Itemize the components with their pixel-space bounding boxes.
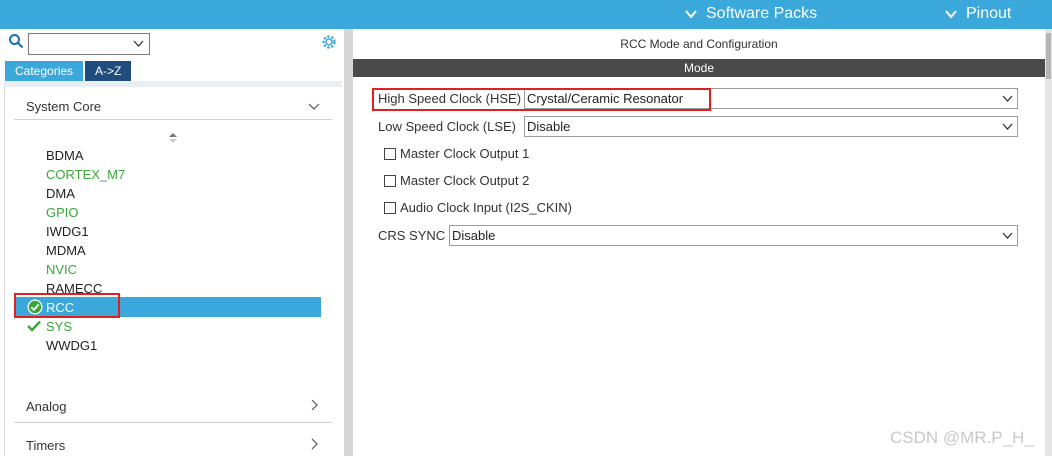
periph-nvic[interactable]: NVIC [46, 260, 77, 279]
chevron-down-icon[interactable] [308, 100, 320, 112]
periph-cortex-m7[interactable]: CORTEX_M7 [46, 165, 125, 184]
periph-sys[interactable]: SYS [46, 317, 72, 336]
crs-sync-label: CRS SYNC [378, 228, 446, 243]
highlight-box [14, 293, 120, 318]
lse-label: Low Speed Clock (LSE) [378, 119, 517, 134]
chevron-right-icon[interactable] [308, 399, 320, 411]
chevron-right-icon[interactable] [308, 438, 320, 450]
i2s-ckin-checkbox[interactable] [384, 202, 396, 214]
panel-splitter[interactable] [344, 29, 353, 456]
lse-select[interactable]: Disable [524, 116, 1018, 137]
chevron-down-icon [685, 10, 697, 19]
mco2-checkbox[interactable] [384, 175, 396, 187]
tab-underline [4, 81, 342, 87]
search-icon[interactable] [8, 33, 24, 49]
left-panel: Categories A->Z System Core BDMA CORTEX_… [0, 29, 344, 456]
divider [14, 422, 332, 423]
category-analog[interactable]: Analog [26, 399, 66, 419]
search-row [8, 33, 150, 55]
tab-categories[interactable]: Categories [5, 61, 84, 81]
mco1-label: Master Clock Output 1 [400, 146, 530, 161]
divider [4, 87, 5, 456]
panel-title: RCC Mode and Configuration [620, 37, 778, 51]
crs-sync-select[interactable]: Disable [449, 225, 1018, 246]
highlight-box [372, 88, 711, 111]
category-timers[interactable]: Timers [26, 438, 65, 458]
chevron-down-icon [1002, 232, 1013, 239]
chevron-down-icon [945, 10, 957, 19]
periph-gpio[interactable]: GPIO [46, 203, 79, 222]
chevron-down-icon [1002, 95, 1013, 102]
chevron-down-icon[interactable] [133, 40, 144, 48]
top-bar: Software Packs Pinout [0, 0, 1052, 29]
lse-value: Disable [527, 119, 571, 134]
gear-icon[interactable] [320, 33, 338, 51]
periph-dma[interactable]: DMA [46, 184, 75, 203]
pinout-label: Pinout [966, 5, 1012, 22]
i2s-ckin-label: Audio Clock Input (I2S_CKIN) [400, 200, 572, 215]
periph-bdma[interactable]: BDMA [46, 146, 84, 165]
crs-sync-value: Disable [452, 228, 496, 243]
periph-wwdg1[interactable]: WWDG1 [46, 336, 97, 355]
scrollbar-thumb[interactable] [1046, 33, 1051, 79]
scrollbar[interactable] [1045, 29, 1052, 456]
divider [14, 119, 332, 120]
pinout-menu[interactable]: Pinout [944, 5, 1011, 23]
category-system-core[interactable]: System Core [26, 99, 101, 119]
software-packs-label: Software Packs [706, 5, 818, 22]
software-packs-menu[interactable]: Software Packs [684, 5, 817, 23]
periph-iwdg1[interactable]: IWDG1 [46, 222, 89, 241]
watermark: CSDN @MR.P_H_ [890, 428, 1034, 447]
mode-header: Mode [353, 59, 1045, 77]
mco2-label: Master Clock Output 2 [400, 173, 530, 188]
mco1-checkbox[interactable] [384, 148, 396, 160]
sort-icon[interactable] [168, 133, 178, 143]
category-tabs: Categories A->Z [5, 61, 132, 81]
periph-mdma[interactable]: MDMA [46, 241, 86, 260]
check-icon [27, 320, 41, 332]
chevron-down-icon [1002, 123, 1013, 130]
tab-a-to-z[interactable]: A->Z [85, 61, 132, 81]
search-input[interactable] [28, 33, 150, 55]
